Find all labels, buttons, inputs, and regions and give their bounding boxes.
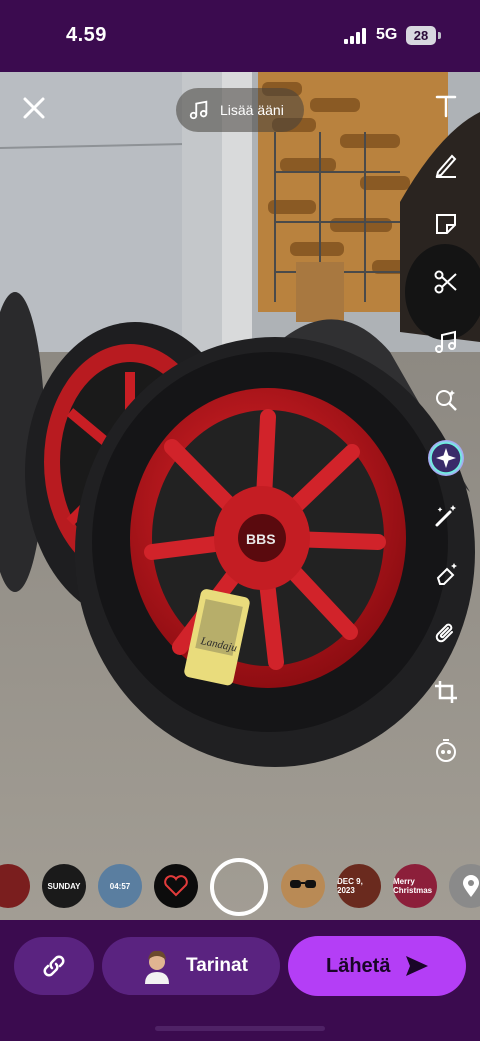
link-icon xyxy=(43,955,65,977)
lens-carousel: SUNDAY 04:57 DEC 9, 2023 Merry Christmas xyxy=(0,856,480,918)
scissors-tool[interactable] xyxy=(428,264,464,300)
heart-icon xyxy=(164,875,188,897)
music-note-icon xyxy=(189,100,208,120)
crop-tool[interactable] xyxy=(428,674,464,710)
timer-icon xyxy=(436,739,456,762)
lens-search-tool[interactable] xyxy=(428,382,464,418)
attach-link-tool[interactable] xyxy=(428,616,464,652)
bottom-bar: Tarinat Lähetä xyxy=(0,920,480,1041)
close-icon xyxy=(23,97,45,119)
stories-button[interactable]: Tarinat xyxy=(102,937,280,995)
music-icon xyxy=(435,330,456,353)
bbs-logo: BBS xyxy=(246,531,276,547)
send-arrow-icon xyxy=(406,956,429,976)
lens-item[interactable]: Merry Christmas xyxy=(393,864,437,908)
lens-item[interactable]: DEC 9, 2023 xyxy=(337,864,381,908)
paperclip-icon xyxy=(435,623,453,643)
scissors-icon xyxy=(434,270,457,294)
send-button[interactable]: Lähetä xyxy=(288,936,466,996)
lens-item[interactable]: 04:57 xyxy=(98,864,142,908)
music-tool[interactable] xyxy=(428,324,464,360)
lens-item[interactable] xyxy=(154,864,198,908)
text-tool[interactable] xyxy=(428,88,464,124)
lens-item[interactable] xyxy=(281,864,325,908)
magic-wand-tool[interactable] xyxy=(428,498,464,534)
eraser-tool[interactable] xyxy=(428,556,464,592)
send-label: Lähetä xyxy=(326,954,391,977)
ai-tool[interactable] xyxy=(428,440,464,476)
link-button[interactable] xyxy=(14,937,94,995)
search-sparkle-icon xyxy=(436,390,457,411)
sticker-icon xyxy=(436,214,456,234)
magic-wand-icon xyxy=(435,505,456,527)
stories-label: Tarinat xyxy=(186,955,248,976)
location-lens[interactable] xyxy=(449,864,480,908)
status-bar: 4.59 5G 28 xyxy=(0,0,480,72)
signal-icon xyxy=(344,28,366,44)
add-sound-button[interactable]: Lisää ääni xyxy=(176,88,304,132)
timer-tool[interactable] xyxy=(428,732,464,768)
lens-item[interactable] xyxy=(0,864,30,908)
add-sound-label: Lisää ääni xyxy=(220,102,284,118)
text-icon xyxy=(435,95,457,118)
lens-item[interactable]: SUNDAY xyxy=(42,864,86,908)
status-time: 4.59 xyxy=(66,24,107,46)
network-type: 5G xyxy=(376,26,398,43)
avatar xyxy=(145,950,169,984)
capture-button[interactable] xyxy=(210,858,268,916)
captured-photo: BBS Landaju xyxy=(0,72,480,920)
crop-icon xyxy=(435,681,457,703)
eraser-sparkle-icon xyxy=(436,563,457,585)
sunglasses-icon xyxy=(290,880,316,888)
location-pin-icon xyxy=(463,875,479,897)
home-indicator xyxy=(155,1026,325,1031)
pencil-icon xyxy=(435,154,457,178)
battery-icon: 28 xyxy=(406,26,436,45)
draw-tool[interactable] xyxy=(428,146,464,182)
sparkle-icon xyxy=(436,448,456,468)
close-button[interactable] xyxy=(18,92,50,124)
sticker-tool[interactable] xyxy=(428,206,464,242)
battery-nub xyxy=(438,32,441,39)
